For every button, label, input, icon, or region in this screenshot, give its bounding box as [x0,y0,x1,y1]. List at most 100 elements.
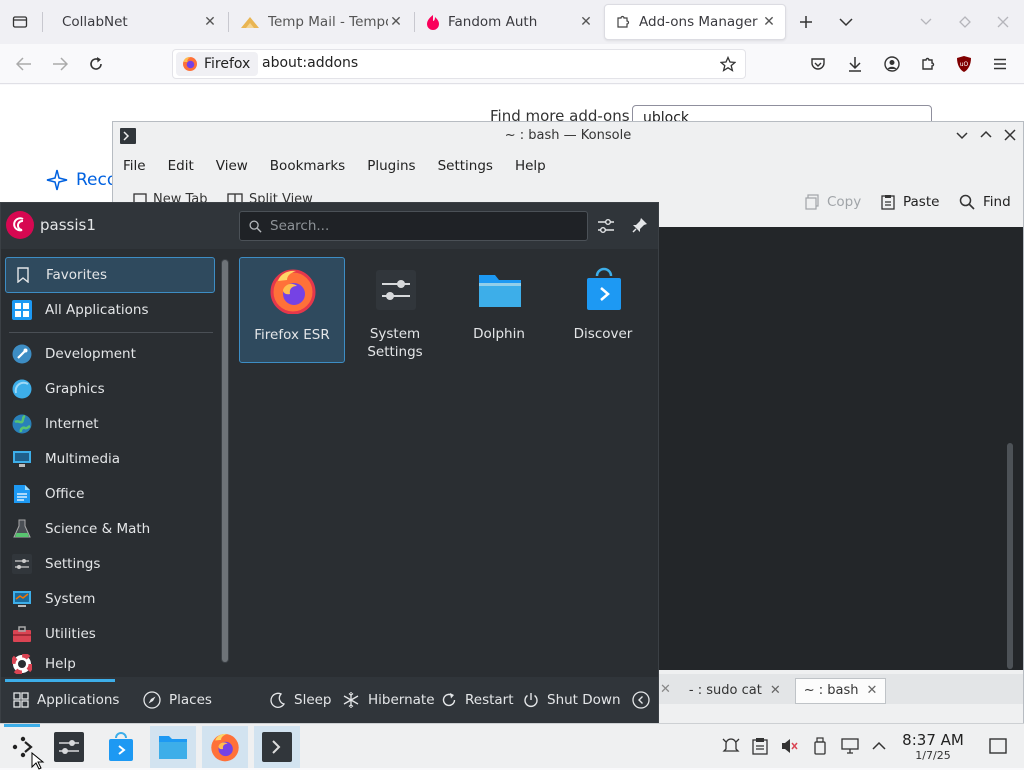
launcher-footer: Applications Places Sleep Hibernate Rest… [1,677,658,723]
digital-clock[interactable]: 8:37 AM 1/7/25 [898,731,968,763]
menu-bookmarks[interactable]: Bookmarks [270,158,345,174]
category-utilities[interactable]: Utilities [5,617,213,651]
taskbar-firefox[interactable] [202,726,248,768]
clipboard-icon[interactable] [750,736,770,756]
extensions-icon[interactable] [916,52,940,76]
downloads-icon[interactable] [843,52,867,76]
category-system[interactable]: System [5,582,213,616]
back-icon[interactable] [12,52,36,76]
volume-muted-icon[interactable] [779,736,799,756]
menu-plugins[interactable]: Plugins [367,158,415,174]
menu-edit[interactable]: Edit [168,158,194,174]
category-multimedia[interactable]: Multimedia [5,442,213,476]
app-firefox-esr[interactable]: Firefox ESR [239,257,345,363]
category-label: System [45,591,96,607]
compass-icon [143,691,161,709]
forward-icon[interactable] [48,52,72,76]
category-science-math[interactable]: Science & Math [5,512,213,546]
more-actions-button[interactable] [632,677,650,723]
category-scrollbar[interactable] [221,259,229,663]
close-tab-icon[interactable]: ✕ [202,14,218,30]
app-system-settings[interactable]: System Settings [343,257,447,361]
taskbar: 8:37 AM 1/7/25 [0,723,1024,768]
identity-label: Firefox [204,56,251,72]
maximize-icon[interactable] [979,128,993,142]
menu-file[interactable]: File [123,158,146,174]
tab-overview-icon[interactable] [8,10,32,34]
konsole-titlebar[interactable]: ~ : bash — Konsole [113,122,1023,150]
terminal-view[interactable] [658,227,1023,670]
places-tab[interactable]: Places [143,677,212,723]
menu-settings[interactable]: Settings [438,158,493,174]
tab-fandom-auth[interactable]: Fandom Auth ✕ [416,4,602,40]
office-icon [11,483,33,505]
notifications-icon[interactable] [721,736,741,756]
sleep-button[interactable]: Sleep [270,677,332,723]
maximize-window-icon[interactable] [953,10,977,34]
chevron-left-icon [632,691,650,709]
minimize-window-icon[interactable] [914,10,938,34]
taskbar-system-settings[interactable] [46,726,92,768]
list-all-tabs-icon[interactable] [834,10,858,34]
taskbar-dolphin[interactable] [150,726,196,768]
terminal-scrollbar[interactable] [1007,443,1013,669]
shutdown-button[interactable]: Shut Down [523,677,621,723]
url-bar[interactable] [172,49,746,79]
network-icon[interactable] [840,736,860,756]
tab-temp-mail[interactable]: Temp Mail - Tempor ✕ [230,4,412,40]
category-office[interactable]: Office [5,477,213,511]
tab-collabnet[interactable]: CollabNet ✕ [44,4,226,40]
url-text[interactable]: about:addons [262,55,358,71]
category-internet[interactable]: Internet [5,407,213,441]
tab-title: - : sudo cat [688,683,762,698]
close-tab-icon[interactable]: ✕ [578,14,594,30]
app-discover[interactable]: Discover [551,257,655,361]
category-development[interactable]: Development [5,337,213,371]
show-desktop-icon[interactable] [988,736,1008,756]
konsole-tab-bash[interactable]: ~ : bash ✕ [794,677,887,704]
taskbar-discover[interactable] [98,726,144,768]
menu-help[interactable]: Help [515,158,546,174]
close-tab-icon[interactable]: ✕ [770,683,781,698]
category-help[interactable]: Help [5,652,213,676]
restart-button[interactable]: Restart [441,677,514,723]
category-graphics[interactable]: Graphics [5,372,213,406]
konsole-tab-sudo-cat[interactable]: - : sudo cat ✕ [681,679,789,703]
copy-button[interactable]: Copy [805,194,861,210]
applications-tab[interactable]: Applications [13,677,119,723]
applications-label: Applications [37,692,120,708]
taskbar-konsole[interactable] [254,726,300,768]
pocket-icon[interactable] [806,52,830,76]
account-icon[interactable] [880,52,904,76]
removable-device-icon[interactable] [810,736,830,756]
tab-add-ons-manager[interactable]: Add-ons Manager ✕ [604,4,786,40]
paste-button[interactable]: Paste [881,194,939,210]
app-dolphin[interactable]: Dolphin [447,257,551,361]
category-all-applications[interactable]: All Applications [5,293,213,327]
ublock-shield-icon[interactable]: uO [952,52,976,76]
close-tab-icon[interactable]: ✕ [388,14,404,30]
pin-icon[interactable] [632,217,648,233]
close-tab-icon[interactable]: ✕ [867,683,878,698]
close-tab-icon[interactable]: ✕ [761,14,777,30]
bookmark-star-icon[interactable] [716,52,740,76]
category-list: Favorites All Applications Development G… [1,249,229,677]
configure-icon[interactable] [597,217,615,235]
reload-icon[interactable] [84,52,108,76]
close-window-icon[interactable] [991,10,1015,34]
category-label: Favorites [46,267,107,283]
menu-view[interactable]: View [216,158,248,174]
new-tab-icon[interactable] [794,10,818,34]
minimize-icon[interactable] [955,128,969,142]
hamburger-menu-icon[interactable] [988,52,1012,76]
category-favorites[interactable]: Favorites [5,257,215,293]
identity-box[interactable]: Firefox [176,52,259,76]
hibernate-button[interactable]: Hibernate [342,677,435,723]
launcher-search-input[interactable]: Search... [239,211,588,241]
show-hidden-icons-icon[interactable] [869,736,889,756]
user-avatar[interactable]: passis1 [5,210,96,240]
username: passis1 [40,216,96,234]
find-button[interactable]: Find [959,194,1011,210]
category-settings[interactable]: Settings [5,547,213,581]
close-icon[interactable] [1003,128,1017,142]
